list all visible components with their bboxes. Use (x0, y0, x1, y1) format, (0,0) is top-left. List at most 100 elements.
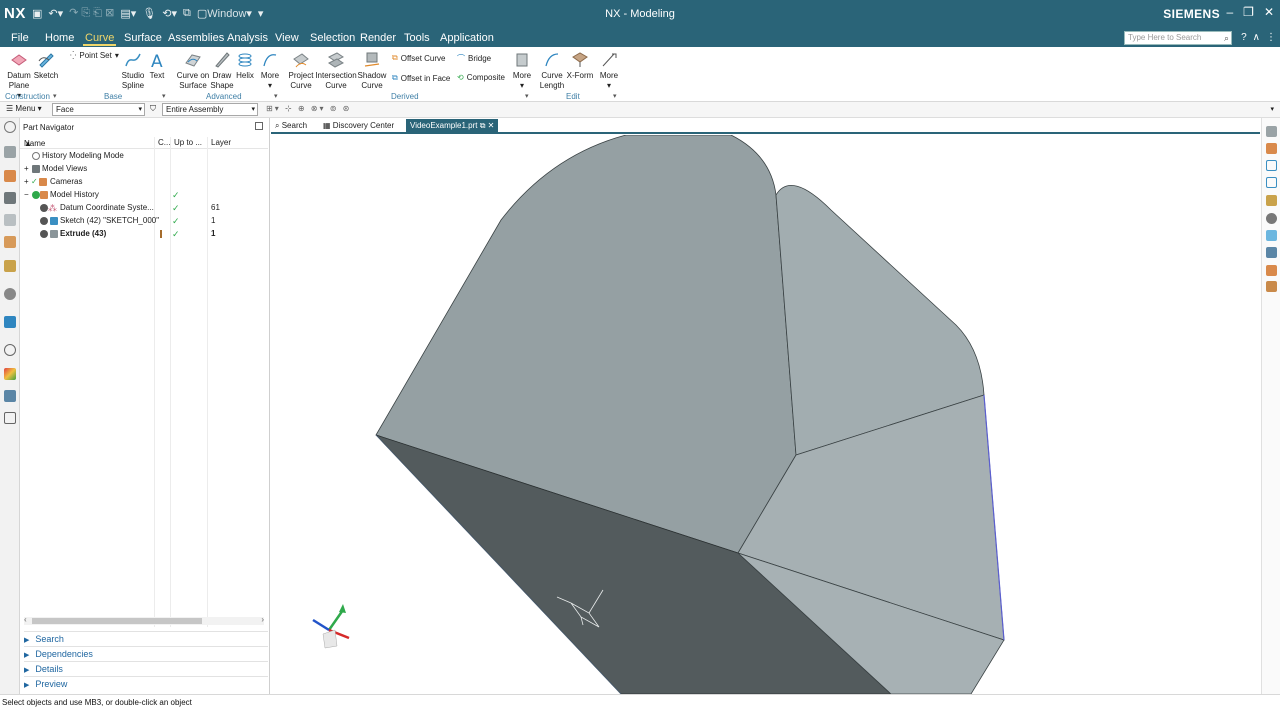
draw-shape-button[interactable]: Draw Shape (210, 49, 234, 91)
close-tab-icon[interactable]: ✕ (488, 121, 495, 130)
close-icon[interactable]: ✕ (1264, 5, 1274, 19)
panel-details[interactable]: ▶ Details (24, 661, 268, 676)
tab-assemblies[interactable]: Assemblies (168, 32, 224, 44)
filter-icon[interactable]: ⛉ (150, 104, 156, 114)
point-set-button[interactable]: ⁛ Point Set ▾ (70, 51, 119, 60)
base-group-dropdown[interactable]: ▾ (162, 92, 166, 100)
ribbon-options-icon[interactable]: ⋮ (1266, 32, 1276, 43)
assembly-navigator-icon[interactable] (4, 146, 16, 158)
tab-render[interactable]: Render (360, 32, 396, 44)
search-icon[interactable]: ⌕ (1224, 32, 1229, 44)
collapse-ribbon-icon[interactable]: ∧ (1253, 32, 1260, 43)
curve-on-surface-button[interactable]: Curve on Surface (176, 49, 210, 91)
visibility-eye-icon[interactable] (40, 204, 48, 212)
curve-analysis-icon[interactable] (1266, 160, 1277, 171)
system-scenes-icon[interactable] (4, 412, 16, 424)
model-view[interactable] (271, 135, 1260, 694)
tab-view[interactable]: View (275, 32, 299, 44)
settings-icon[interactable] (4, 121, 16, 133)
view-orient-icon[interactable] (1266, 126, 1277, 137)
derived-more-button[interactable]: More ▾ (510, 49, 534, 91)
pin-icon[interactable]: ⧉ (480, 121, 486, 130)
tab-tools[interactable]: Tools (404, 32, 430, 44)
scrollbar-thumb[interactable] (32, 618, 202, 624)
advanced-more-button[interactable]: More ▾ (258, 49, 282, 91)
tab-search[interactable]: ⌕ Search (275, 120, 307, 133)
x-form-button[interactable]: X-Form (566, 49, 594, 81)
tree-row-sketch[interactable]: Sketch (42) "SKETCH_000" ✓ 1 (20, 215, 268, 227)
maximize-panel-icon[interactable] (255, 122, 263, 130)
render-style-icon[interactable] (1266, 143, 1277, 154)
history-palette-icon[interactable] (4, 288, 16, 300)
tab-discovery-center[interactable]: ▦ Discovery Center (323, 120, 394, 133)
edit-group-dropdown[interactable]: ▾ (613, 92, 617, 100)
command-search-input[interactable]: Type Here to Search ⌕ (1124, 31, 1232, 45)
tab-curve[interactable]: Curve (82, 32, 117, 46)
minimize-icon[interactable]: – (1226, 5, 1233, 19)
offset-in-face-button[interactable]: ⧉ Offset in Face (392, 73, 450, 83)
texture-icon[interactable] (1266, 281, 1277, 292)
restore-icon[interactable]: ❐ (1243, 5, 1254, 19)
tab-surface[interactable]: Surface (124, 32, 162, 44)
intersection-curve-button[interactable]: Intersection Curve (315, 49, 357, 91)
offset-curve-button[interactable]: ⧉ Offset Curve (392, 53, 445, 63)
reuse-library-icon[interactable] (4, 214, 16, 226)
material-icon[interactable] (1266, 265, 1277, 276)
column-up-to[interactable]: Up to ... (174, 138, 202, 147)
helix-button[interactable]: Helix (234, 49, 256, 81)
expand-icon[interactable]: + (24, 163, 29, 175)
part-navigator-icon[interactable] (4, 192, 16, 204)
tab-application[interactable]: Application (440, 32, 494, 44)
checkmark-icon[interactable]: ✓ (31, 176, 38, 188)
eye-icon[interactable] (1266, 213, 1277, 224)
expand-icon[interactable]: + (24, 176, 29, 188)
tree-row-cameras[interactable]: + ✓ Cameras (20, 176, 268, 188)
web-browser-icon[interactable] (4, 260, 16, 272)
bridge-button[interactable]: ⌒ Bridge (457, 53, 491, 64)
type-filter-dropdown[interactable]: Face ▾ (52, 103, 145, 116)
tree-row-model-views[interactable]: + Model Views (20, 163, 268, 175)
scroll-right-icon[interactable]: › (261, 615, 264, 624)
edit-more-button[interactable]: More ▾ (597, 49, 621, 91)
tree-row-datum-csys[interactable]: ⁂ Datum Coordinate Syste... ✓ 61 (20, 202, 268, 214)
construction-group-dropdown[interactable]: ▾ (53, 92, 57, 100)
sketch-button[interactable]: Sketch (33, 49, 59, 81)
scroll-left-icon[interactable]: ‹ (24, 615, 27, 624)
derived-group-dropdown[interactable]: ▾ (525, 92, 529, 100)
graphics-window[interactable] (271, 135, 1260, 694)
tab-file[interactable]: File (11, 32, 29, 44)
studio-spline-button[interactable]: Studio Spline (119, 49, 147, 91)
clock-icon[interactable] (4, 344, 16, 356)
toolbar-overflow-icon[interactable]: ▾ (1270, 105, 1274, 113)
hd3d-tools-icon[interactable] (4, 236, 16, 248)
project-curve-button[interactable]: Project Curve (288, 49, 314, 91)
tab-active-part[interactable]: VideoExample1.prt ⧉ ✕ (406, 119, 499, 133)
tab-home[interactable]: Home (45, 32, 74, 44)
view-triad[interactable] (312, 604, 350, 649)
panel-search[interactable]: ▶ Search (24, 631, 268, 646)
collapse-icon[interactable]: − (24, 189, 29, 201)
column-c[interactable]: C... (158, 138, 170, 147)
visibility-eye-icon[interactable] (40, 230, 48, 238)
composite-button[interactable]: ⟲ Composite (457, 73, 505, 82)
selection-tools[interactable]: ⊞▾ ⊹ ⊕ ⊗▾ ⊚ ⊛ (266, 104, 351, 113)
selection-scope-dropdown[interactable]: Entire Assembly ▾ (162, 103, 258, 116)
constraint-navigator-icon[interactable] (4, 170, 16, 182)
hd3d-icon[interactable] (1266, 195, 1277, 206)
system-materials-icon[interactable] (4, 390, 16, 402)
tree-row-extrude[interactable]: Extrude (43) ✓ 1 (20, 228, 268, 240)
navigator-horizontal-scrollbar[interactable]: ‹ › (24, 615, 264, 625)
tree-row-history-mode[interactable]: History Modeling Mode (20, 150, 268, 162)
rotate-icon[interactable] (1266, 177, 1277, 188)
visibility-eye-icon[interactable] (40, 217, 48, 225)
shadow-curve-button[interactable]: Shadow Curve (357, 49, 387, 91)
text-button[interactable]: A Text (147, 49, 167, 81)
section-view-icon[interactable] (1266, 230, 1277, 241)
roles-icon[interactable] (4, 368, 16, 380)
panel-preview[interactable]: ▶ Preview (24, 676, 268, 691)
column-layer[interactable]: Layer (211, 138, 231, 147)
tab-analysis[interactable]: Analysis (227, 32, 268, 44)
tab-selection[interactable]: Selection (310, 32, 355, 44)
help-icon[interactable]: ? (1241, 32, 1247, 43)
advanced-group-dropdown[interactable]: ▾ (274, 92, 278, 100)
